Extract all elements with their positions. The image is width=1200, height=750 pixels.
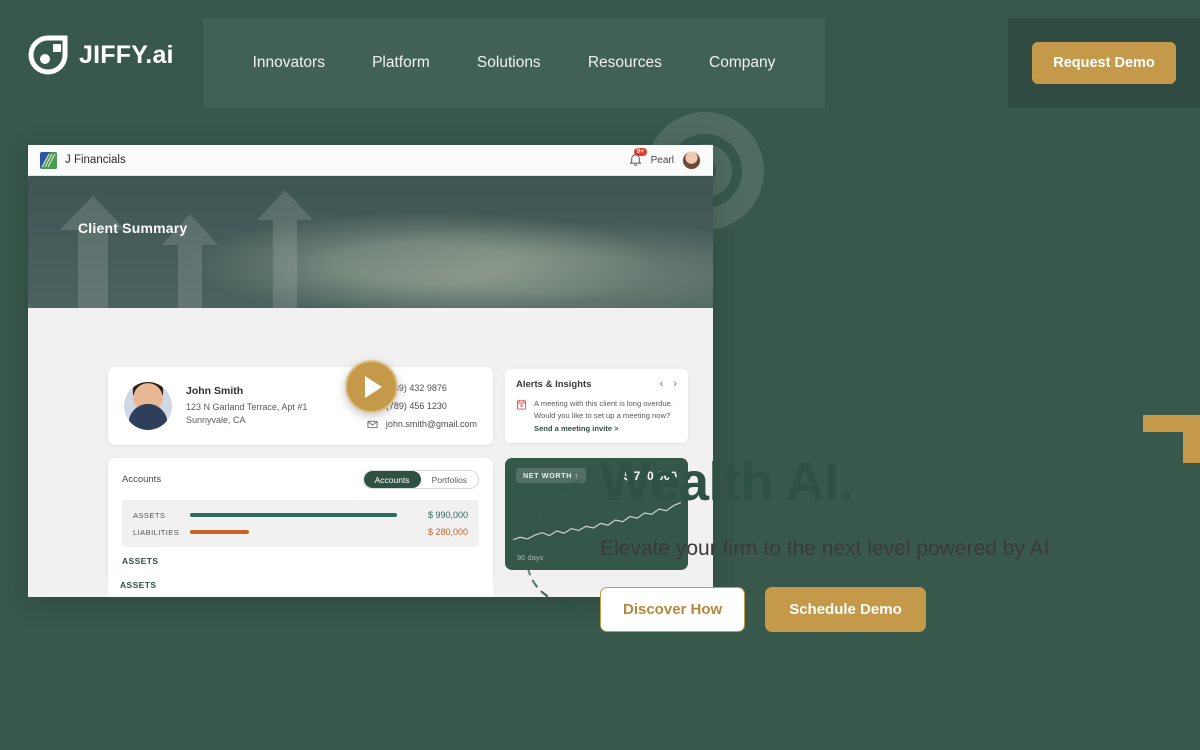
client-address-line1: 123 N Garland Terrace, Apt #1 <box>186 401 308 412</box>
play-button-icon <box>365 375 382 398</box>
banner-arrows-decoration <box>60 190 313 308</box>
contact-office-value: (789) 456 1230 <box>385 401 447 411</box>
accounts-header: Accounts Accounts Portfolios <box>122 470 479 489</box>
accounts-portfolios-toggle: Accounts Portfolios <box>362 470 479 489</box>
assets-bar-track <box>190 513 397 517</box>
alerts-header: Alerts & Insights ‹ › <box>516 378 677 390</box>
nav-item-solutions[interactable]: Solutions <box>477 54 541 72</box>
jiffy-circle-logo-icon <box>28 35 68 75</box>
nav-item-company[interactable]: Company <box>709 54 775 72</box>
main-navigation: Innovators Platform Solutions Resources … <box>203 18 825 108</box>
toggle-accounts[interactable]: Accounts <box>363 471 421 488</box>
accounts-title: Accounts <box>122 474 162 485</box>
envelope-icon <box>367 420 378 428</box>
calendar-alert-icon <box>516 399 527 410</box>
hero-content: Wealth AI. Elevate your firm to the next… <box>600 455 1160 632</box>
request-demo-button[interactable]: Request Demo <box>1032 42 1176 84</box>
chevron-right-icon[interactable]: › <box>673 378 677 390</box>
liabilities-bar-row: LIABILITIES $ 280,000 <box>133 527 468 537</box>
client-address: 123 N Garland Terrace, Apt #1 Sunnyvale,… <box>186 401 307 427</box>
asset-list-header: ASSETS <box>108 573 493 597</box>
client-info: John Smith 123 N Garland Terrace, Apt #1… <box>186 385 307 427</box>
accounts-card: Accounts Accounts Portfolios ASSETS $ 99… <box>108 458 493 583</box>
brand-logo[interactable]: JIFFY.ai <box>28 35 174 75</box>
alert-item: A meeting with this client is long overd… <box>516 398 677 435</box>
app-title: J Financials <box>65 154 126 166</box>
client-avatar <box>124 382 172 430</box>
j-financials-logo-icon <box>40 151 57 169</box>
header-cta-panel: Request Demo <box>1008 18 1200 108</box>
hero-buttons: Discover How Schedule Demo <box>600 587 1160 632</box>
assets-bar-row: ASSETS $ 990,000 <box>133 510 468 520</box>
alerts-pager: ‹ › <box>660 378 677 390</box>
assets-bar-value: $ 990,000 <box>427 510 468 520</box>
client-profile-card: John Smith 123 N Garland Terrace, Apt #1… <box>108 367 493 445</box>
schedule-demo-button[interactable]: Schedule Demo <box>765 587 926 632</box>
app-hero-banner: Client Summary <box>28 176 713 308</box>
contact-email-value: john.smith@gmail.com <box>385 419 477 429</box>
assets-bar-fill <box>190 513 397 517</box>
liabilities-bar-label: LIABILITIES <box>133 527 180 537</box>
brand-name: JIFFY.ai <box>79 40 174 69</box>
app-user-avatar[interactable] <box>682 150 701 170</box>
accounts-assets-section-header: ASSETS <box>122 556 159 566</box>
discover-how-button[interactable]: Discover How <box>600 587 746 632</box>
page-title: Wealth AI. <box>600 452 854 512</box>
alert-message-text: A meeting with this client is long overd… <box>534 399 673 421</box>
nav-item-platform[interactable]: Platform <box>372 54 430 72</box>
assets-bar-label: ASSETS <box>133 510 166 520</box>
alert-message: A meeting with this client is long overd… <box>534 398 677 435</box>
liabilities-bar-value: $ 280,000 <box>427 527 468 537</box>
nav-item-resources[interactable]: Resources <box>588 54 662 72</box>
hero-subtitle: Elevate your firm to the next level powe… <box>600 537 1050 560</box>
nav-item-innovators[interactable]: Innovators <box>253 54 325 72</box>
contact-email: john.smith@gmail.com <box>367 419 477 430</box>
alerts-insights-card: Alerts & Insights ‹ › A meeting with thi… <box>505 369 688 443</box>
notification-badge: 9+ <box>633 147 648 156</box>
alert-message-link[interactable]: Send a meeting invite > <box>534 424 619 433</box>
video-play-button[interactable] <box>345 360 398 413</box>
liabilities-bar-fill <box>190 530 249 534</box>
dashed-curved-arrow-icon <box>525 478 583 613</box>
liabilities-bar-track <box>190 530 397 534</box>
app-topbar-right: 9+ Pearl <box>628 147 701 170</box>
chevron-left-icon[interactable]: ‹ <box>660 378 664 390</box>
alerts-title: Alerts & Insights <box>516 378 592 390</box>
client-name: John Smith <box>186 384 244 397</box>
client-address-line2: Sunnyvale, CA <box>186 415 246 425</box>
toggle-portfolios[interactable]: Portfolios <box>421 471 478 488</box>
gold-corner-bracket-icon <box>1143 415 1200 463</box>
assets-liabilities-bars: ASSETS $ 990,000 LIABILITIES $ 280,000 <box>122 500 479 547</box>
notification-bell[interactable]: 9+ <box>628 147 648 168</box>
app-user-name: Pearl <box>650 154 674 166</box>
client-summary-title: Client Summary <box>78 220 188 236</box>
asset-list: ASSETS ⌄ Cash (4) $ 10 ⌄ Equity (12) ⌃ I… <box>108 573 493 597</box>
app-topbar: J Financials 9+ Pearl <box>28 145 713 176</box>
